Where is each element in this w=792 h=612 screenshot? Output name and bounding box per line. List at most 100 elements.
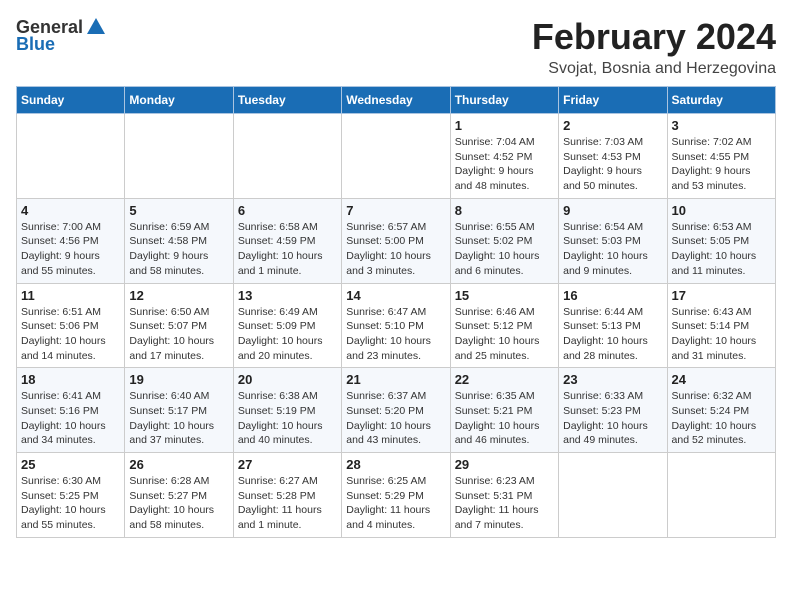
calendar-cell: 2 Sunrise: 7:03 AMSunset: 4:53 PMDaylight… xyxy=(559,114,667,199)
day-info: Sunrise: 6:35 AMSunset: 5:21 PMDaylight:… xyxy=(455,389,554,448)
day-info: Sunrise: 6:30 AMSunset: 5:25 PMDaylight:… xyxy=(21,474,120,533)
day-info: Sunrise: 6:32 AMSunset: 5:24 PMDaylight:… xyxy=(672,389,771,448)
day-info: Sunrise: 6:55 AMSunset: 5:02 PMDaylight:… xyxy=(455,220,554,279)
calendar-cell: 18Sunrise: 6:41 AMSunset: 5:16 PMDayligh… xyxy=(17,368,125,453)
calendar-cell xyxy=(17,114,125,199)
weekday-header: Thursday xyxy=(450,87,558,114)
calendar-row: 11Sunrise: 6:51 AMSunset: 5:06 PMDayligh… xyxy=(17,283,776,368)
day-info: Sunrise: 6:54 AMSunset: 5:03 PMDaylight:… xyxy=(563,220,662,279)
day-number: 9 xyxy=(563,203,662,218)
calendar-cell xyxy=(233,114,341,199)
day-number: 26 xyxy=(129,457,228,472)
calendar-cell: 15 Sunrise: 6:46 AMSunset: 5:12 PMDayligh… xyxy=(450,283,558,368)
weekday-header: Monday xyxy=(125,87,233,114)
day-info: Sunrise: 6:28 AMSunset: 5:27 PMDaylight:… xyxy=(129,474,228,533)
calendar-cell: 26 Sunrise: 6:28 AMSunset: 5:27 PMDayligh… xyxy=(125,453,233,538)
day-info: Sunrise: 6:33 AMSunset: 5:23 PMDaylight:… xyxy=(563,389,662,448)
calendar-cell: 21Sunrise: 6:37 AMSunset: 5:20 PMDayligh… xyxy=(342,368,450,453)
day-info: Sunrise: 6:49 AMSunset: 5:09 PMDaylight:… xyxy=(238,305,337,364)
calendar-cell: 20Sunrise: 6:38 AMSunset: 5:19 PMDayligh… xyxy=(233,368,341,453)
day-number: 29 xyxy=(455,457,554,472)
calendar-cell: 7 Sunrise: 6:57 AMSunset: 5:00 PMDaylight… xyxy=(342,198,450,283)
day-number: 28 xyxy=(346,457,445,472)
calendar-cell: 25 Sunrise: 6:30 AMSunset: 5:25 PMDayligh… xyxy=(17,453,125,538)
day-info: Sunrise: 6:27 AMSunset: 5:28 PMDaylight:… xyxy=(238,474,337,533)
day-number: 15 xyxy=(455,288,554,303)
calendar-cell: 16Sunrise: 6:44 AMSunset: 5:13 PMDayligh… xyxy=(559,283,667,368)
day-number: 17 xyxy=(672,288,771,303)
day-info: Sunrise: 6:46 AMSunset: 5:12 PMDaylight:… xyxy=(455,305,554,364)
calendar-cell: 19 Sunrise: 6:40 AMSunset: 5:17 PMDayligh… xyxy=(125,368,233,453)
calendar-cell: 17 Sunrise: 6:43 AMSunset: 5:14 PMDayligh… xyxy=(667,283,775,368)
day-number: 3 xyxy=(672,118,771,133)
calendar-cell: 4Sunrise: 7:00 AMSunset: 4:56 PMDaylight… xyxy=(17,198,125,283)
day-info: Sunrise: 6:38 AMSunset: 5:19 PMDaylight:… xyxy=(238,389,337,448)
day-number: 13 xyxy=(238,288,337,303)
calendar-row: 4Sunrise: 7:00 AMSunset: 4:56 PMDaylight… xyxy=(17,198,776,283)
day-number: 23 xyxy=(563,372,662,387)
day-number: 8 xyxy=(455,203,554,218)
location-title: Svojat, Bosnia and Herzegovina xyxy=(532,60,776,78)
day-info: Sunrise: 6:40 AMSunset: 5:17 PMDaylight:… xyxy=(129,389,228,448)
calendar-cell: 5 Sunrise: 6:59 AMSunset: 4:58 PMDaylight… xyxy=(125,198,233,283)
day-info: Sunrise: 7:03 AMSunset: 4:53 PMDaylight:… xyxy=(563,135,662,194)
calendar-cell: 27Sunrise: 6:27 AMSunset: 5:28 PMDayligh… xyxy=(233,453,341,538)
day-info: Sunrise: 6:59 AMSunset: 4:58 PMDaylight:… xyxy=(129,220,228,279)
day-info: Sunrise: 6:57 AMSunset: 5:00 PMDaylight:… xyxy=(346,220,445,279)
day-info: Sunrise: 6:41 AMSunset: 5:16 PMDaylight:… xyxy=(21,389,120,448)
calendar-cell: 3 Sunrise: 7:02 AMSunset: 4:55 PMDaylight… xyxy=(667,114,775,199)
title-area: February 2024 Svojat, Bosnia and Herzego… xyxy=(532,16,776,78)
day-info: Sunrise: 6:43 AMSunset: 5:14 PMDaylight:… xyxy=(672,305,771,364)
weekday-header: Tuesday xyxy=(233,87,341,114)
calendar-cell xyxy=(667,453,775,538)
calendar-cell: 29 Sunrise: 6:23 AMSunset: 5:31 PMDayligh… xyxy=(450,453,558,538)
day-info: Sunrise: 6:47 AMSunset: 5:10 PMDaylight:… xyxy=(346,305,445,364)
calendar-cell: 1 Sunrise: 7:04 AMSunset: 4:52 PMDaylight… xyxy=(450,114,558,199)
day-number: 19 xyxy=(129,372,228,387)
calendar-cell: 28 Sunrise: 6:25 AMSunset: 5:29 PMDayligh… xyxy=(342,453,450,538)
day-info: Sunrise: 7:04 AMSunset: 4:52 PMDaylight:… xyxy=(455,135,554,194)
page-header: General Blue February 2024 Svojat, Bosni… xyxy=(16,16,776,78)
day-number: 12 xyxy=(129,288,228,303)
calendar-body: 1 Sunrise: 7:04 AMSunset: 4:52 PMDaylight… xyxy=(17,114,776,538)
day-number: 7 xyxy=(346,203,445,218)
calendar-cell: 22 Sunrise: 6:35 AMSunset: 5:21 PMDayligh… xyxy=(450,368,558,453)
day-info: Sunrise: 6:50 AMSunset: 5:07 PMDaylight:… xyxy=(129,305,228,364)
day-number: 24 xyxy=(672,372,771,387)
calendar-cell xyxy=(125,114,233,199)
calendar-cell: 8 Sunrise: 6:55 AMSunset: 5:02 PMDaylight… xyxy=(450,198,558,283)
day-number: 11 xyxy=(21,288,120,303)
day-info: Sunrise: 6:53 AMSunset: 5:05 PMDaylight:… xyxy=(672,220,771,279)
calendar-table: SundayMondayTuesdayWednesdayThursdayFrid… xyxy=(16,86,776,538)
day-number: 14 xyxy=(346,288,445,303)
calendar-cell xyxy=(559,453,667,538)
day-number: 5 xyxy=(129,203,228,218)
day-info: Sunrise: 6:44 AMSunset: 5:13 PMDaylight:… xyxy=(563,305,662,364)
logo-icon xyxy=(85,16,107,38)
weekday-header: Wednesday xyxy=(342,87,450,114)
month-title: February 2024 xyxy=(532,16,776,58)
day-number: 21 xyxy=(346,372,445,387)
calendar-cell: 24 Sunrise: 6:32 AMSunset: 5:24 PMDayligh… xyxy=(667,368,775,453)
logo: General Blue xyxy=(16,16,107,55)
day-number: 25 xyxy=(21,457,120,472)
day-info: Sunrise: 7:02 AMSunset: 4:55 PMDaylight:… xyxy=(672,135,771,194)
calendar-header: SundayMondayTuesdayWednesdayThursdayFrid… xyxy=(17,87,776,114)
weekday-row: SundayMondayTuesdayWednesdayThursdayFrid… xyxy=(17,87,776,114)
day-number: 10 xyxy=(672,203,771,218)
day-number: 4 xyxy=(21,203,120,218)
day-info: Sunrise: 6:25 AMSunset: 5:29 PMDaylight:… xyxy=(346,474,445,533)
calendar-row: 1 Sunrise: 7:04 AMSunset: 4:52 PMDaylight… xyxy=(17,114,776,199)
calendar-row: 18Sunrise: 6:41 AMSunset: 5:16 PMDayligh… xyxy=(17,368,776,453)
weekday-header: Sunday xyxy=(17,87,125,114)
day-number: 2 xyxy=(563,118,662,133)
day-number: 1 xyxy=(455,118,554,133)
day-info: Sunrise: 6:58 AMSunset: 4:59 PMDaylight:… xyxy=(238,220,337,279)
calendar-cell: 13 Sunrise: 6:49 AMSunset: 5:09 PMDayligh… xyxy=(233,283,341,368)
weekday-header: Friday xyxy=(559,87,667,114)
calendar-cell xyxy=(342,114,450,199)
calendar-cell: 10 Sunrise: 6:53 AMSunset: 5:05 PMDayligh… xyxy=(667,198,775,283)
day-number: 22 xyxy=(455,372,554,387)
calendar-cell: 11Sunrise: 6:51 AMSunset: 5:06 PMDayligh… xyxy=(17,283,125,368)
day-info: Sunrise: 6:23 AMSunset: 5:31 PMDaylight:… xyxy=(455,474,554,533)
